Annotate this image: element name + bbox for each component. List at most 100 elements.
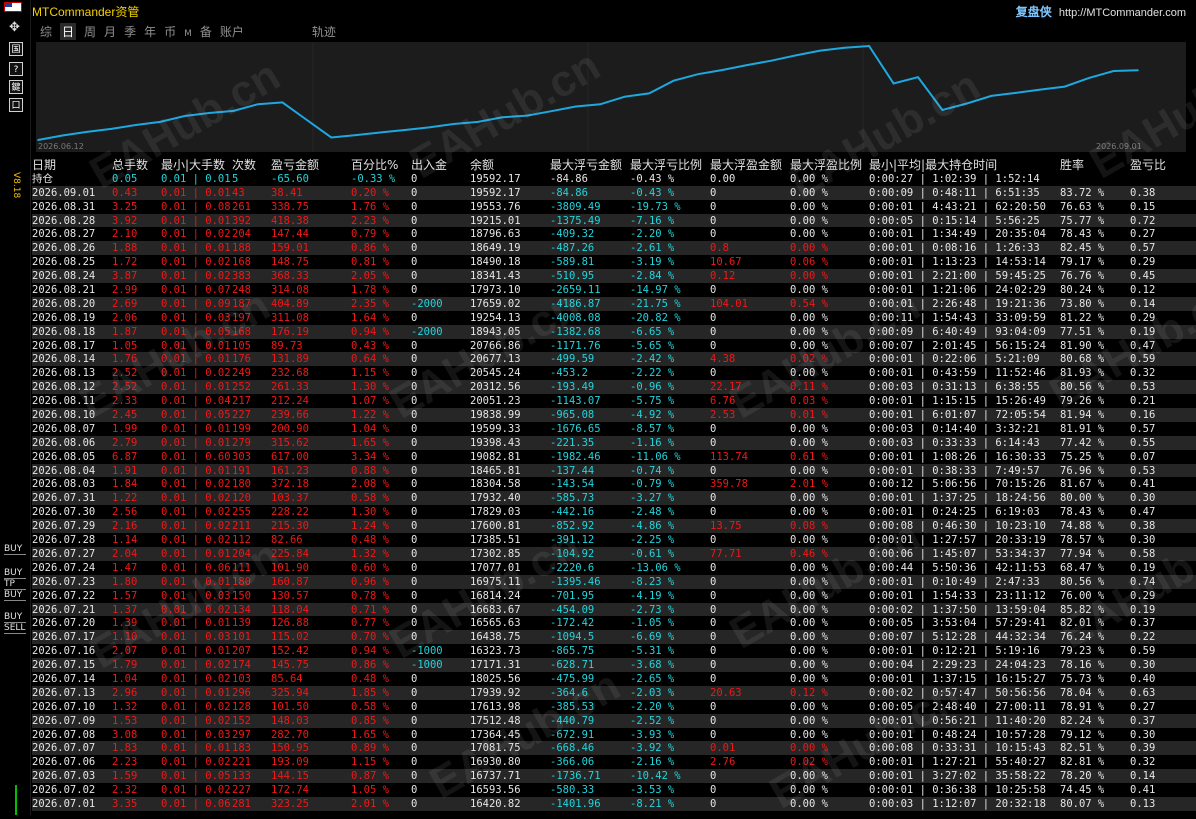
column-header[interactable]: 最大浮亏金额 xyxy=(550,158,622,172)
brand-url[interactable]: http://MTCommander.com xyxy=(1059,7,1186,19)
column-header[interactable]: 余额 xyxy=(470,158,494,172)
table-row[interactable]: 2026.07.24 1.47 0.01 | 0.06 111 101.90 0.60 %… xyxy=(32,561,1196,575)
period-tab-0[interactable]: 综 xyxy=(40,23,52,40)
brand[interactable]: 复盘侠 http://MTCommander.com xyxy=(1016,3,1186,20)
trade-marker-3[interactable]: BUY SELL xyxy=(4,612,26,634)
help-button[interactable]: ? xyxy=(9,62,23,76)
table-row[interactable]: 2026.07.31 1.22 0.01 | 0.02 120 103.37 0.58 %… xyxy=(32,491,1196,506)
column-header[interactable]: 最大浮盈金额 xyxy=(710,158,782,172)
table-row[interactable]: 2026.08.24 3.87 0.01 | 0.02 383 368.33 2.05 %… xyxy=(32,269,1196,284)
table-row[interactable]: 2026.07.17 1.10 0.01 | 0.03 101 115.02 0.70 %… xyxy=(32,630,1196,645)
table-row[interactable]: 2026.07.23 1.80 0.01 | 0.01 180 160.87 0.96 %… xyxy=(32,574,1196,589)
table-cell: 0:00:01 | 0:22:06 | 5:21:09 xyxy=(869,353,1040,366)
equity-point xyxy=(941,109,944,111)
period-tab-8[interactable]: 备 xyxy=(200,23,212,40)
table-row[interactable]: 2026.09.01 0.43 0.01 | 0.01 43 38.41 0.20 % 0 1… xyxy=(32,185,1196,200)
trade-marker-2[interactable]: BUY xyxy=(4,590,26,601)
column-header[interactable]: 最小|大手数 xyxy=(161,158,225,172)
table-row[interactable]: 2026.08.14 1.76 0.01 | 0.01 176 131.89 0.64 %… xyxy=(32,352,1196,367)
table-row[interactable]: 2026.07.22 1.57 0.01 | 0.03 150 130.57 0.78 %… xyxy=(32,589,1196,603)
period-tab-4[interactable]: 季 xyxy=(124,23,136,40)
toolbar-button-3[interactable]: 鍵 xyxy=(9,80,23,94)
period-tab-2[interactable]: 周 xyxy=(84,23,96,40)
table-row[interactable]: 2026.07.01 3.35 0.01 | 0.06 281 323.25 2.01 %… xyxy=(32,796,1196,811)
table-row[interactable]: 2026.08.13 2.52 0.01 | 0.02 249 232.68 1.15 %… xyxy=(32,366,1196,380)
table-row[interactable]: 2026.08.05 6.87 0.01 | 0.60 303 617.00 3.34 %… xyxy=(32,450,1196,464)
table-cell: 104.01 xyxy=(710,297,748,310)
window-button[interactable]: 口 xyxy=(9,98,23,112)
table-cell: 0 xyxy=(411,284,418,297)
table-row[interactable]: 2026.07.08 3.08 0.01 | 0.03 297 282.70 1.65 %… xyxy=(32,728,1196,742)
table-cell: 2026.08.05 xyxy=(32,450,96,463)
column-header[interactable]: 总手数 xyxy=(112,158,148,172)
table-cell: 0 xyxy=(710,797,717,810)
table-row[interactable]: 2026.07.07 1.83 0.01 | 0.01 183 150.95 0.89 %… xyxy=(32,741,1196,756)
period-tabs: 综日周月季年币 M 备账户 轨迹 xyxy=(40,23,344,41)
table-cell: 145.75 xyxy=(271,659,309,672)
table-row[interactable]: 2026.07.13 2.96 0.01 | 0.01 296 325.94 1.85 %… xyxy=(32,685,1196,700)
toolbar-button-1[interactable]: 国 xyxy=(9,42,23,56)
table-row[interactable]: 2026.08.21 2.99 0.01 | 0.07 248 314.08 1.78 %… xyxy=(32,283,1196,297)
table-row[interactable]: 2026.08.18 1.87 0.01 | 0.05 168 176.19 0.94 %… xyxy=(32,324,1196,339)
period-tab-10[interactable]: 轨迹 xyxy=(312,23,336,40)
table-row[interactable]: 2026.07.30 2.56 0.01 | 0.02 255 228.22 1.30 %… xyxy=(32,505,1196,519)
column-header[interactable]: 出入金 xyxy=(411,158,447,172)
flag-icon[interactable] xyxy=(4,2,22,12)
period-tab-1[interactable]: 日 xyxy=(60,23,77,40)
table-cell: 0:00:44 | 5:50:36 | 42:11:53 xyxy=(869,561,1047,574)
column-header[interactable]: 次数 xyxy=(232,158,256,172)
table-row[interactable]: 2026.07.03 1.59 0.01 | 0.05 133 144.15 0.87 %… xyxy=(32,769,1196,784)
table-row[interactable]: 2026.07.06 2.23 0.01 | 0.02 221 193.09 1.15 %… xyxy=(32,755,1196,769)
holding-row[interactable]: 持仓 0.05 0.01 | 0.01 5 -65.60 -0.33 % 0 19592.17… xyxy=(32,172,1196,186)
table-row[interactable]: 2026.08.11 2.33 0.01 | 0.04 217 212.24 1.07 %… xyxy=(32,394,1196,408)
period-tab-7[interactable]: M xyxy=(184,29,192,39)
period-tab-9[interactable]: 账户 xyxy=(220,23,244,40)
table-row[interactable]: 2026.07.21 1.37 0.01 | 0.02 134 118.04 0.71 %… xyxy=(32,602,1196,617)
table-row[interactable]: 2026.08.04 1.91 0.01 | 0.01 191 161.23 0.88 %… xyxy=(32,463,1196,478)
column-header[interactable]: 最大浮盈比例 xyxy=(790,158,862,172)
table-row[interactable]: 2026.07.29 2.16 0.01 | 0.02 211 215.30 1.24 %… xyxy=(32,519,1196,534)
table-row[interactable]: 2026.08.10 2.45 0.01 | 0.05 227 239.66 1.22 %… xyxy=(32,408,1196,422)
trade-marker-0[interactable]: BUY xyxy=(4,544,26,555)
column-header[interactable]: 盈亏金额 xyxy=(271,158,319,172)
table-row[interactable]: 2026.07.14 1.04 0.01 | 0.02 103 85.64 0.48 % 0… xyxy=(32,672,1196,686)
move-icon[interactable]: ✥ xyxy=(9,20,20,35)
table-row[interactable]: 2026.08.27 2.10 0.01 | 0.02 204 147.44 0.79 %… xyxy=(32,227,1196,241)
table-row[interactable]: 2026.07.02 2.32 0.01 | 0.02 227 172.74 1.05 %… xyxy=(32,783,1196,797)
table-row[interactable]: 2026.07.16 2.07 0.01 | 0.01 207 152.42 0.94 %… xyxy=(32,644,1196,658)
column-header[interactable]: 盈亏比 xyxy=(1130,158,1166,172)
table-row[interactable]: 2026.08.06 2.79 0.01 | 0.01 279 315.62 1.65 %… xyxy=(32,435,1196,450)
period-tab-3[interactable]: 月 xyxy=(104,23,116,40)
table-cell: -3.53 % xyxy=(630,784,675,797)
table-row[interactable]: 2026.08.07 1.99 0.01 | 0.01 199 200.90 1.04 %… xyxy=(32,422,1196,436)
table-cell: 0.21 xyxy=(1130,395,1156,408)
trade-marker-1[interactable]: BUY TP xyxy=(4,568,26,590)
table-row[interactable]: 2026.07.10 1.32 0.01 | 0.02 128 101.50 0.58 %… xyxy=(32,700,1196,714)
table-row[interactable]: 2026.08.20 2.69 0.01 | 0.09 187 404.89 2.35 %… xyxy=(32,296,1196,311)
table-row[interactable]: 2026.07.27 2.04 0.01 | 0.01 204 225.84 1.32 %… xyxy=(32,546,1196,561)
table-row[interactable]: 2026.08.19 2.06 0.01 | 0.03 197 311.08 1.64 %… xyxy=(32,311,1196,325)
table-row[interactable]: 2026.07.09 1.53 0.01 | 0.02 152 148.03 0.85 %… xyxy=(32,713,1196,728)
table-cell: 2.23 xyxy=(112,756,138,769)
table-row[interactable]: 2026.08.17 1.05 0.01 | 0.01 105 89.73 0.43 % 0… xyxy=(32,339,1196,353)
column-header[interactable]: 日期 xyxy=(32,158,56,172)
table-row[interactable]: 2026.08.12 2.52 0.01 | 0.01 252 261.33 1.30 %… xyxy=(32,380,1196,395)
table-cell: -2.52 % xyxy=(630,714,675,727)
column-header[interactable]: 最大浮亏比例 xyxy=(630,158,702,172)
column-header[interactable]: 胜率 xyxy=(1060,158,1084,172)
period-tab-6[interactable]: 币 xyxy=(164,23,176,40)
table-row[interactable]: 2026.08.26 1.88 0.01 | 0.01 188 159.01 0.86 %… xyxy=(32,241,1196,256)
table-row[interactable]: 2026.07.15 1.79 0.01 | 0.02 174 145.75 0.86 %… xyxy=(32,658,1196,672)
table-row[interactable]: 2026.07.20 1.39 0.01 | 0.01 139 126.88 0.77 %… xyxy=(32,616,1196,630)
period-tab-5[interactable]: 年 xyxy=(144,23,156,40)
column-header[interactable]: 百分比% xyxy=(351,158,398,172)
table-row[interactable]: 2026.07.28 1.14 0.01 | 0.02 112 82.66 0.48 % 0… xyxy=(32,533,1196,547)
table-row[interactable]: 2026.08.25 1.72 0.01 | 0.02 168 148.75 0.81 %… xyxy=(32,255,1196,269)
column-header[interactable]: 最小|平均|最大持仓时间 xyxy=(869,158,997,172)
table-cell: 0 xyxy=(710,603,717,616)
table-row[interactable]: 2026.08.28 3.92 0.01 | 0.01 392 418.38 2.23 %… xyxy=(32,213,1196,228)
table-row[interactable]: 2026.08.03 1.84 0.01 | 0.02 180 372.18 2.08 %… xyxy=(32,477,1196,491)
table-cell: 0.38 xyxy=(1130,186,1156,199)
table-cell: 115.02 xyxy=(271,631,309,644)
table-row[interactable]: 2026.08.31 3.25 0.01 | 0.08 261 338.75 1.76 %… xyxy=(32,200,1196,214)
